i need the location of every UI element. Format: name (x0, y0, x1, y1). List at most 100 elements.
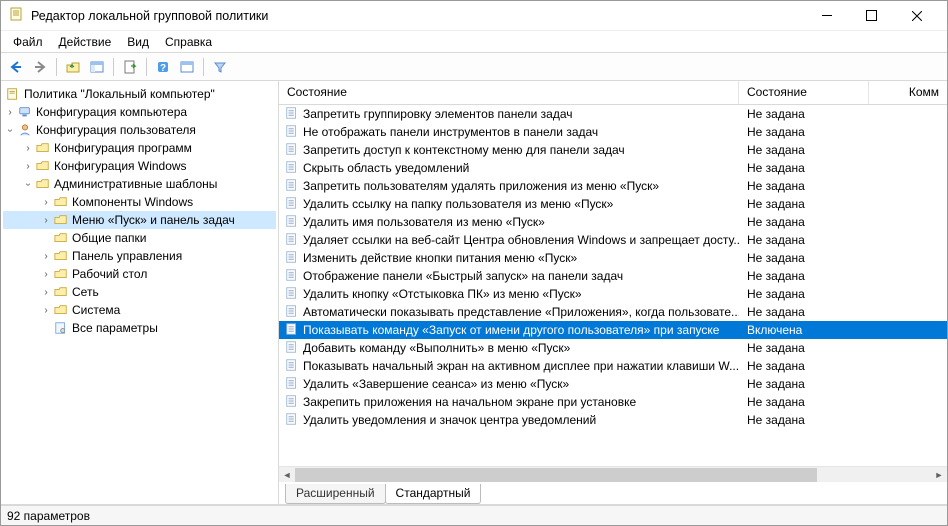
expander-icon[interactable]: › (39, 305, 53, 316)
list-row[interactable]: Запретить группировку элементов панели з… (279, 105, 947, 123)
scroll-thumb[interactable] (295, 468, 817, 482)
tree-label: Политика "Локальный компьютер" (24, 87, 215, 101)
menu-action[interactable]: Действие (51, 33, 120, 51)
tree-label: Конфигурация пользователя (36, 123, 196, 137)
tree-all-parameters[interactable]: Все параметры (3, 319, 276, 337)
list-row[interactable]: Отображение панели «Быстрый запуск» на п… (279, 267, 947, 285)
item-state: Не задана (739, 161, 869, 175)
item-name: Удаляет ссылки на веб-сайт Центра обновл… (303, 233, 739, 247)
horizontal-scrollbar[interactable]: ◄ ► (279, 466, 947, 482)
list-body[interactable]: Запретить группировку элементов панели з… (279, 105, 947, 466)
expander-icon[interactable]: › (39, 197, 53, 208)
tree-windows-config[interactable]: › Конфигурация Windows (3, 157, 276, 175)
tree-system[interactable]: › Система (3, 301, 276, 319)
tree-computer-config[interactable]: › Конфигурация компьютера (3, 103, 276, 121)
list-row[interactable]: Удалить уведомления и значок центра увед… (279, 411, 947, 429)
list-row[interactable]: Скрыть область уведомленийНе задана (279, 159, 947, 177)
tree-root[interactable]: Политика "Локальный компьютер" (3, 85, 276, 103)
toolbar-separator (203, 58, 204, 76)
column-comment[interactable]: Комм (869, 81, 947, 104)
menu-view[interactable]: Вид (119, 33, 157, 51)
policy-item-icon (285, 214, 299, 231)
show-hide-tree-button[interactable] (86, 56, 108, 78)
tree-label: Система (72, 303, 120, 317)
tree-label: Конфигурация Windows (54, 159, 187, 173)
expander-icon[interactable]: › (39, 215, 53, 226)
filter-button[interactable] (209, 56, 231, 78)
list-row[interactable]: Удаляет ссылки на веб-сайт Центра обновл… (279, 231, 947, 249)
expander-icon[interactable]: › (3, 107, 17, 118)
policy-item-icon (285, 106, 299, 123)
item-name: Автоматически показывать представление «… (303, 305, 739, 319)
list-row[interactable]: Удалить имя пользователя из меню «Пуск»Н… (279, 213, 947, 231)
tree-pane[interactable]: Политика "Локальный компьютер" › Конфигу… (1, 81, 279, 504)
tree-label: Меню «Пуск» и панель задач (72, 213, 235, 227)
back-button[interactable] (5, 56, 27, 78)
export-button[interactable] (119, 56, 141, 78)
tree-network[interactable]: › Сеть (3, 283, 276, 301)
expander-icon[interactable]: › (39, 287, 53, 298)
tree-shared-folders[interactable]: Общие папки (3, 229, 276, 247)
column-state[interactable]: Состояние (739, 81, 869, 104)
up-button[interactable] (62, 56, 84, 78)
tab-extended[interactable]: Расширенный (285, 484, 386, 504)
help-button[interactable]: ? (152, 56, 174, 78)
tree-control-panel[interactable]: › Панель управления (3, 247, 276, 265)
expander-icon[interactable]: › (23, 177, 34, 191)
details-pane: Состояние Состояние Комм Запретить групп… (279, 81, 947, 504)
item-state: Не задана (739, 305, 869, 319)
tree-admin-templates[interactable]: › Административные шаблоны (3, 175, 276, 193)
policy-item-icon (285, 178, 299, 195)
folder-icon (53, 267, 69, 281)
list-row[interactable]: Удалить «Завершение сеанса» из меню «Пус… (279, 375, 947, 393)
list-row[interactable]: Добавить команду «Выполнить» в меню «Пус… (279, 339, 947, 357)
list-row[interactable]: Показывать команду «Запуск от имени друг… (279, 321, 947, 339)
close-button[interactable] (894, 1, 939, 31)
maximize-button[interactable] (849, 1, 894, 31)
expander-icon[interactable]: › (5, 123, 16, 137)
statusbar: 92 параметров (1, 505, 947, 525)
folder-icon (53, 195, 69, 209)
item-name: Удалить имя пользователя из меню «Пуск» (303, 215, 545, 229)
expander-icon[interactable]: › (21, 143, 35, 154)
item-name: Запретить пользователям удалять приложен… (303, 179, 659, 193)
expander-icon[interactable]: › (21, 161, 35, 172)
list-row[interactable]: Не отображать панели инструментов в пане… (279, 123, 947, 141)
settings-icon (53, 321, 69, 335)
view-tabs: Расширенный Стандартный (279, 482, 947, 504)
policy-item-icon (285, 196, 299, 213)
properties-button[interactable] (176, 56, 198, 78)
expander-icon[interactable]: › (39, 251, 53, 262)
tree-windows-components[interactable]: › Компоненты Windows (3, 193, 276, 211)
list-row[interactable]: Автоматически показывать представление «… (279, 303, 947, 321)
column-name[interactable]: Состояние (279, 81, 739, 104)
tab-standard[interactable]: Стандартный (385, 484, 482, 504)
item-name: Удалить ссылку на папку пользователя из … (303, 197, 613, 211)
menu-file[interactable]: Файл (5, 33, 51, 51)
expander-icon[interactable]: › (39, 269, 53, 280)
tree-program-config[interactable]: › Конфигурация программ (3, 139, 276, 157)
list-row[interactable]: Запретить пользователям удалять приложен… (279, 177, 947, 195)
list-row[interactable]: Запретить доступ к контекстному меню для… (279, 141, 947, 159)
policy-item-icon (285, 304, 299, 321)
list-row[interactable]: Удалить ссылку на папку пользователя из … (279, 195, 947, 213)
folder-icon (53, 213, 69, 227)
menu-help[interactable]: Справка (157, 33, 220, 51)
list-row[interactable]: Закрепить приложения на начальном экране… (279, 393, 947, 411)
tree-desktop[interactable]: › Рабочий стол (3, 265, 276, 283)
list-row[interactable]: Изменить действие кнопки питания меню «П… (279, 249, 947, 267)
item-state: Включена (739, 323, 869, 337)
list-row[interactable]: Удалить кнопку «Отстыковка ПК» из меню «… (279, 285, 947, 303)
item-name: Удалить «Завершение сеанса» из меню «Пус… (303, 377, 569, 391)
policy-item-icon (285, 412, 299, 429)
scroll-right-icon[interactable]: ► (931, 467, 947, 483)
item-state: Не задана (739, 395, 869, 409)
tree-user-config[interactable]: › Конфигурация пользователя (3, 121, 276, 139)
minimize-button[interactable] (804, 1, 849, 31)
toolbar-separator (146, 58, 147, 76)
tree-start-taskbar[interactable]: › Меню «Пуск» и панель задач (3, 211, 276, 229)
list-row[interactable]: Показывать начальный экран на активном д… (279, 357, 947, 375)
forward-button[interactable] (29, 56, 51, 78)
scroll-left-icon[interactable]: ◄ (279, 467, 295, 483)
scroll-track[interactable] (295, 467, 931, 483)
